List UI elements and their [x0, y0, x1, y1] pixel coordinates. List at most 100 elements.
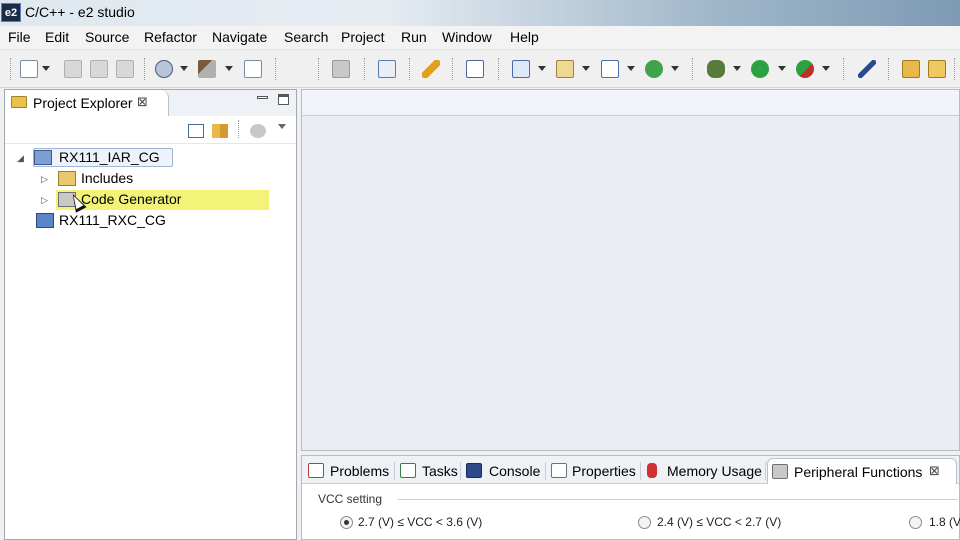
save-icon[interactable] — [64, 60, 82, 78]
open-icon[interactable] — [928, 60, 946, 78]
collapse-all-icon[interactable] — [188, 124, 204, 138]
tab-tasks[interactable]: Tasks — [398, 458, 458, 484]
menu-bar: File Edit Source Refactor Navigate Searc… — [0, 26, 960, 50]
tree-item-label: RX111_IAR_CG — [59, 149, 160, 165]
print-icon[interactable] — [116, 60, 134, 78]
run-icon[interactable] — [751, 60, 769, 78]
refresh-icon[interactable] — [645, 60, 663, 78]
menu-run[interactable]: Run — [401, 29, 427, 45]
problems-icon — [308, 463, 324, 478]
bottom-panel: Problems Tasks Console Properties Memory… — [301, 455, 960, 540]
debug-bug-icon[interactable] — [707, 60, 725, 78]
new-source-dropdown-arrow-icon[interactable] — [627, 66, 635, 71]
toolbar-separator — [409, 58, 410, 80]
close-icon[interactable]: ⊠ — [929, 463, 940, 479]
vcc-option-1-8-radio[interactable] — [909, 516, 922, 529]
tab-peripheral-functions-label: Peripheral Functions — [794, 464, 923, 480]
toolbar-separator — [10, 58, 11, 80]
build-hammer-icon[interactable] — [198, 60, 216, 78]
vcc-setting-group-label: VCC setting — [318, 492, 383, 506]
tree-item-rx111-iar-cg[interactable]: ◢ RX111_IAR_CG — [17, 148, 173, 168]
tree-item-rx111-rxc-cg[interactable]: RX111_RXC_CG — [34, 211, 184, 231]
view-menu-icon[interactable] — [278, 124, 286, 129]
pencil-icon[interactable] — [422, 60, 440, 78]
tab-tasks-label: Tasks — [422, 463, 458, 479]
tab-peripheral-functions[interactable]: Peripheral Functions ⊠ — [767, 458, 957, 484]
expanded-arrow-icon[interactable]: ◢ — [17, 153, 24, 164]
tab-memory-usage-label: Memory Usage — [667, 463, 762, 479]
tab-memory-usage[interactable]: Memory Usage — [644, 458, 764, 484]
tab-separator — [460, 462, 461, 480]
target-icon[interactable] — [155, 60, 173, 78]
tab-problems-label: Problems — [330, 463, 390, 479]
project-explorer-panel: Project Explorer ⊠ ◢ RX111_IAR_CG ▷ Incl… — [4, 89, 297, 540]
tab-properties[interactable]: Properties — [549, 458, 639, 484]
menu-help[interactable]: Help — [510, 29, 539, 45]
open-folder-icon[interactable] — [902, 60, 920, 78]
vcc-option-2-4-radio[interactable] — [638, 516, 651, 529]
menu-search[interactable]: Search — [284, 29, 328, 45]
project-open-icon — [34, 150, 52, 165]
collapsed-arrow-icon[interactable]: ▷ — [41, 174, 48, 185]
external-tools-icon[interactable] — [796, 60, 814, 78]
window-title: C/C++ - e2 studio — [25, 4, 135, 20]
project-explorer-tabbar: Project Explorer ⊠ — [5, 90, 296, 116]
build-dropdown-arrow-icon[interactable] — [225, 66, 233, 71]
c-file-icon[interactable] — [378, 60, 396, 78]
project-explorer-view-toolbar — [5, 116, 296, 144]
toolbar-separator — [843, 58, 844, 80]
bottom-tabbar: Problems Tasks Console Properties Memory… — [302, 456, 959, 484]
toolbar-separator — [238, 120, 239, 138]
tab-console[interactable]: Console — [464, 458, 544, 484]
maximize-icon[interactable] — [278, 94, 289, 105]
new-c-project-dropdown-arrow-icon[interactable] — [538, 66, 546, 71]
vcc-option-2-4-label[interactable]: 2.4 (V) ≤ VCC < 2.7 (V) — [657, 515, 781, 529]
menu-navigate[interactable]: Navigate — [212, 29, 267, 45]
task-icon[interactable] — [466, 60, 484, 78]
refresh-dropdown-arrow-icon[interactable] — [671, 66, 679, 71]
filter-icon[interactable] — [250, 124, 266, 138]
menu-edit[interactable]: Edit — [45, 29, 69, 45]
pin-icon[interactable] — [858, 60, 876, 78]
target-dropdown-arrow-icon[interactable] — [180, 66, 188, 71]
tab-problems[interactable]: Problems — [306, 458, 392, 484]
tree-item-label: Code Generator — [81, 191, 182, 207]
tab-properties-label: Properties — [572, 463, 636, 479]
close-icon[interactable]: ⊠ — [137, 94, 148, 110]
tree-item-label: Includes — [81, 170, 134, 186]
vcc-option-2-7-radio[interactable] — [340, 516, 353, 529]
link-icon[interactable] — [332, 60, 350, 78]
save-all-icon[interactable] — [90, 60, 108, 78]
new-c-project-icon[interactable] — [512, 60, 530, 78]
tree-item-includes[interactable]: ▷ Includes — [41, 169, 191, 189]
menu-file[interactable]: File — [8, 29, 31, 45]
menu-refactor[interactable]: Refactor — [144, 29, 197, 45]
debug-dropdown-arrow-icon[interactable] — [733, 66, 741, 71]
new-dropdown-arrow-icon[interactable] — [42, 66, 50, 71]
menu-source[interactable]: Source — [85, 29, 129, 45]
run-dropdown-arrow-icon[interactable] — [778, 66, 786, 71]
properties-icon — [551, 463, 567, 478]
new-class-dropdown-arrow-icon[interactable] — [582, 66, 590, 71]
toolbar-separator — [888, 58, 889, 80]
console-icon — [466, 463, 482, 478]
vcc-option-1-8-label[interactable]: 1.8 (V — [929, 515, 960, 529]
collapsed-arrow-icon[interactable]: ▷ — [41, 195, 48, 206]
new-icon[interactable] — [20, 60, 38, 78]
minimize-icon[interactable] — [257, 96, 268, 99]
peripheral-functions-icon — [772, 464, 788, 479]
menu-project[interactable]: Project — [341, 29, 385, 45]
new-class-icon[interactable] — [556, 60, 574, 78]
tab-console-label: Console — [489, 463, 541, 479]
link-with-editor-icon[interactable] — [212, 124, 228, 138]
editor-tabbar — [302, 90, 959, 116]
group-divider — [398, 499, 958, 500]
new-source-icon[interactable] — [601, 60, 619, 78]
binary-icon[interactable] — [244, 60, 262, 78]
tab-project-explorer[interactable]: Project Explorer ⊠ — [5, 90, 169, 116]
vcc-option-2-7-label[interactable]: 2.7 (V) ≤ VCC < 3.6 (V) — [358, 515, 482, 529]
external-tools-dropdown-arrow-icon[interactable] — [822, 66, 830, 71]
tree-item-code-generator[interactable]: ▷ Code Generator — [41, 190, 269, 210]
includes-icon — [58, 171, 76, 186]
menu-window[interactable]: Window — [442, 29, 492, 45]
